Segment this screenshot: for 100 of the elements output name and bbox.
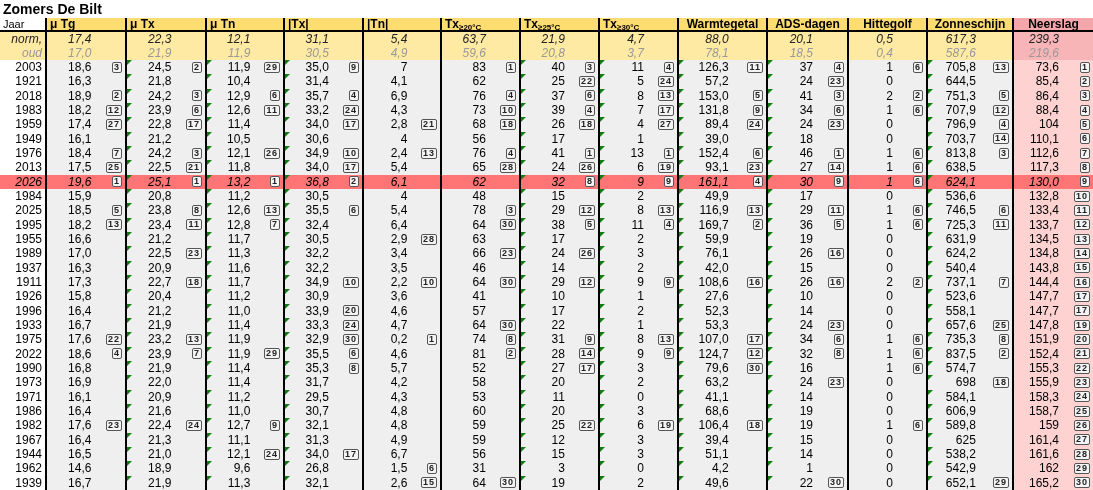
rank-badge: 1 bbox=[270, 176, 280, 188]
table-cell-text: 161,1 bbox=[697, 174, 729, 189]
table-cell-text: 20 bbox=[550, 375, 565, 390]
rank-badge: 30 bbox=[500, 477, 516, 489]
table-cell-text: 79,6 bbox=[704, 361, 729, 376]
table-cell-text: 15,9 bbox=[67, 189, 92, 204]
table-cell-text: 165,2 bbox=[1028, 475, 1059, 490]
rank-badge: 13 bbox=[186, 333, 202, 345]
rank-badge: 6 bbox=[913, 362, 923, 374]
table-cell-text: 3 bbox=[557, 461, 565, 476]
rank-badge: 6 bbox=[913, 419, 923, 431]
reference-value: 17,0 bbox=[67, 46, 92, 60]
reference-value: 4,9 bbox=[389, 46, 408, 60]
table-cell-text: 7 bbox=[399, 60, 408, 75]
rank-badge: 11 bbox=[993, 219, 1009, 231]
table-cell-text: 32,1 bbox=[304, 475, 329, 490]
table-cell-text: 21,8 bbox=[147, 74, 172, 89]
table-cell-text: 2 bbox=[885, 88, 893, 103]
rank-badge: 17 bbox=[579, 362, 595, 374]
table-cell-text: 22 bbox=[550, 318, 565, 333]
rank-badge: 28 bbox=[1074, 448, 1090, 460]
rank-badge: 1 bbox=[506, 61, 516, 73]
table-cell-text: 22,0 bbox=[147, 375, 172, 390]
rank-badge: 13 bbox=[658, 333, 674, 345]
table-cell-text: 155,9 bbox=[1028, 375, 1059, 390]
rank-badge: 23 bbox=[186, 247, 202, 259]
rank-badge: 27 bbox=[1074, 434, 1090, 446]
table-cell-text: 16,1 bbox=[67, 389, 92, 404]
table-cell-text: 48 bbox=[471, 189, 486, 204]
table-cell-text: 31,7 bbox=[304, 375, 329, 390]
table-cell-text: 134,8 bbox=[1028, 246, 1059, 261]
table-cell-text: 30,7 bbox=[304, 404, 329, 419]
table-cell-text: 34,0 bbox=[304, 447, 329, 461]
table-cell-text: 698 bbox=[954, 375, 976, 390]
rank-badge: 7 bbox=[112, 147, 122, 159]
rank-badge: 13 bbox=[421, 147, 437, 159]
rank-badge: 4 bbox=[112, 348, 122, 360]
reference-value: 5,4 bbox=[389, 32, 408, 46]
table-cell-text: 81 bbox=[471, 346, 486, 361]
table-cell-text: 41 bbox=[550, 146, 565, 161]
table-cell-text: 523,6 bbox=[944, 289, 976, 304]
rank-badge: 13 bbox=[106, 219, 122, 231]
table-cell-text: 41 bbox=[798, 88, 813, 103]
rank-badge: 9 bbox=[1080, 176, 1090, 188]
rank-badge: 23 bbox=[828, 319, 844, 331]
table-cell-text: 4,9 bbox=[389, 432, 408, 447]
year-cell-text: 2026 bbox=[14, 174, 43, 189]
rank-badge: 27 bbox=[106, 118, 122, 130]
table-cell-text: 9 bbox=[636, 174, 644, 189]
table-cell-text: 30,6 bbox=[304, 131, 329, 146]
table-cell-text: 536,6 bbox=[944, 189, 976, 204]
rank-badge: 6 bbox=[913, 61, 923, 73]
table-cell-text: 151,9 bbox=[1028, 332, 1059, 347]
reference-value: 30,5 bbox=[304, 46, 329, 60]
rank-badge: 19 bbox=[658, 419, 674, 431]
table-cell-text: 0 bbox=[885, 189, 893, 204]
table-cell-text: 41,1 bbox=[704, 389, 729, 404]
table-cell-text: 25,1 bbox=[147, 174, 172, 189]
table-cell-text: 0 bbox=[885, 232, 893, 247]
column-header: μ Tx bbox=[125, 18, 205, 30]
table-cell-text: 39 bbox=[550, 103, 565, 118]
table-cell-text: 16,1 bbox=[67, 131, 92, 146]
reference-value: 20,1 bbox=[788, 32, 813, 46]
table-cell-text: 161,4 bbox=[1028, 432, 1059, 447]
rank-badge: 2 bbox=[1080, 76, 1090, 87]
rank-badge: 12 bbox=[106, 104, 122, 116]
reference-value: 0,5 bbox=[875, 32, 893, 46]
table-cell-text: 3,4 bbox=[389, 246, 408, 261]
table-cell-text: 3 bbox=[636, 447, 644, 461]
table-cell-text: 24,2 bbox=[147, 146, 172, 161]
rank-badge: 5 bbox=[585, 219, 595, 231]
table-cell-text: 11,4 bbox=[226, 375, 251, 390]
table-cell-text: 110,1 bbox=[1028, 131, 1059, 146]
rank-badge: 11 bbox=[186, 219, 202, 231]
table-cell-text: 24 bbox=[798, 117, 813, 132]
table-cell-text: 11,3 bbox=[226, 475, 251, 490]
rank-badge: 17 bbox=[658, 104, 674, 116]
table-cell-text: 23,4 bbox=[147, 217, 172, 232]
rank-badge: 7 bbox=[192, 348, 202, 360]
table-cell-text: 17,3 bbox=[67, 275, 92, 290]
table-cell-text: 0 bbox=[885, 260, 893, 275]
table-cell-text: 36 bbox=[798, 217, 813, 232]
table-cell-text: 0 bbox=[636, 389, 644, 404]
reference-value: 617,3 bbox=[944, 32, 976, 46]
table-cell-text: 18,6 bbox=[67, 60, 92, 75]
table-cell-text: 3 bbox=[636, 432, 644, 447]
rank-badge: 4 bbox=[999, 118, 1009, 130]
table-cell-text: 64 bbox=[471, 318, 486, 333]
rank-badge: 8 bbox=[192, 204, 202, 216]
rank-badge: 2 bbox=[913, 276, 923, 288]
rank-badge: 11 bbox=[1074, 204, 1090, 216]
rank-badge: 8 bbox=[834, 348, 844, 360]
table-cell-text: 131,8 bbox=[697, 103, 729, 118]
table-cell-text: 1,5 bbox=[389, 461, 408, 476]
rank-badge: 16 bbox=[1074, 276, 1090, 288]
table-cell-text: 18 bbox=[798, 131, 813, 146]
table-cell-text: 14 bbox=[798, 389, 813, 404]
rank-badge: 6 bbox=[913, 104, 923, 116]
table-cell-text: 57 bbox=[471, 303, 486, 318]
reference-value: 22,3 bbox=[147, 32, 172, 46]
